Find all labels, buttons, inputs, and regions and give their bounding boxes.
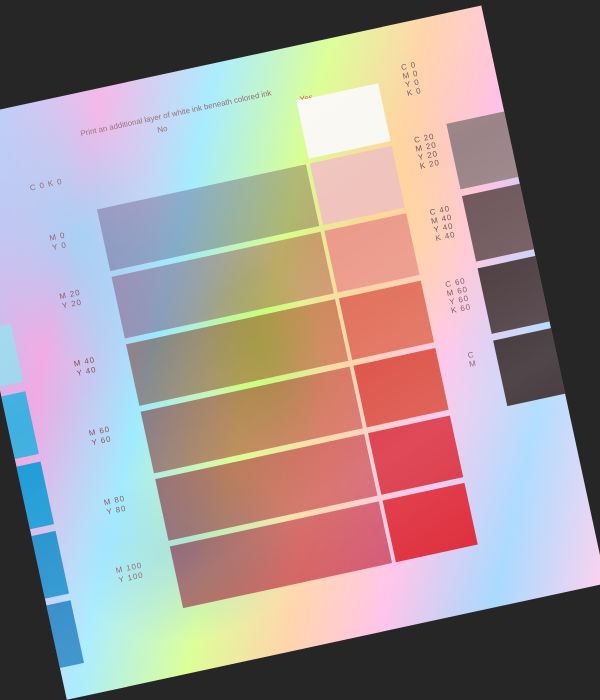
row-label-m0y0: M 0 Y 0 [23,225,95,259]
row-label-m60y60: M 60 Y 60 [65,420,137,454]
side-swatch-40 [461,179,554,262]
row-label-c0k0-text: C 0 K 0 [29,176,64,193]
row-label-m40y40: M 40 Y 40 [50,350,122,384]
swatch-yes-m0y0 [309,145,405,226]
side-swatch-80 [493,323,585,407]
left-swatch-5 [17,600,85,675]
holographic-color-swatch-card: Print an additional layer of white ink b… [0,5,600,700]
swatch-yes-m20y20 [324,213,420,293]
side-label-cmyk40: C 40 M 40 Y 40 K 40 [420,202,466,245]
row-label-m100y100: M 100 Y 100 [94,556,166,590]
no-column-header: No [156,123,169,135]
swatch-yes-m40y40 [338,280,435,360]
swatch-yes-m80y80 [368,415,464,495]
swatch-yes-m100y100 [382,482,478,563]
row-label-m20y20: M 20 Y 20 [35,283,107,317]
side-label-cmyk0: C 0 M 0 Y 0 K 0 [388,58,434,101]
white-ink-header: Print an additional layer of white ink b… [79,88,273,139]
row-label-c0k0: C 0 K 0 [12,173,81,197]
side-label-cmyk20: C 20 M 20 Y 20 K 20 [404,130,450,173]
row-label-m80y80: M 80 Y 80 [80,489,152,523]
left-swatch-1 [0,323,24,394]
swatch-yes-m60y60 [353,348,449,428]
left-swatch-2 [0,391,39,466]
side-label-cmyk80-partial: C M [451,346,493,372]
left-swatch-3 [0,461,55,536]
left-swatch-4 [2,530,70,605]
side-label-cmyk60: C 60 M 60 Y 60 K 60 [435,274,481,317]
side-swatch-60 [477,251,569,334]
side-swatch-20 [446,107,538,190]
photo-scene: Print an additional layer of white ink b… [0,0,600,700]
